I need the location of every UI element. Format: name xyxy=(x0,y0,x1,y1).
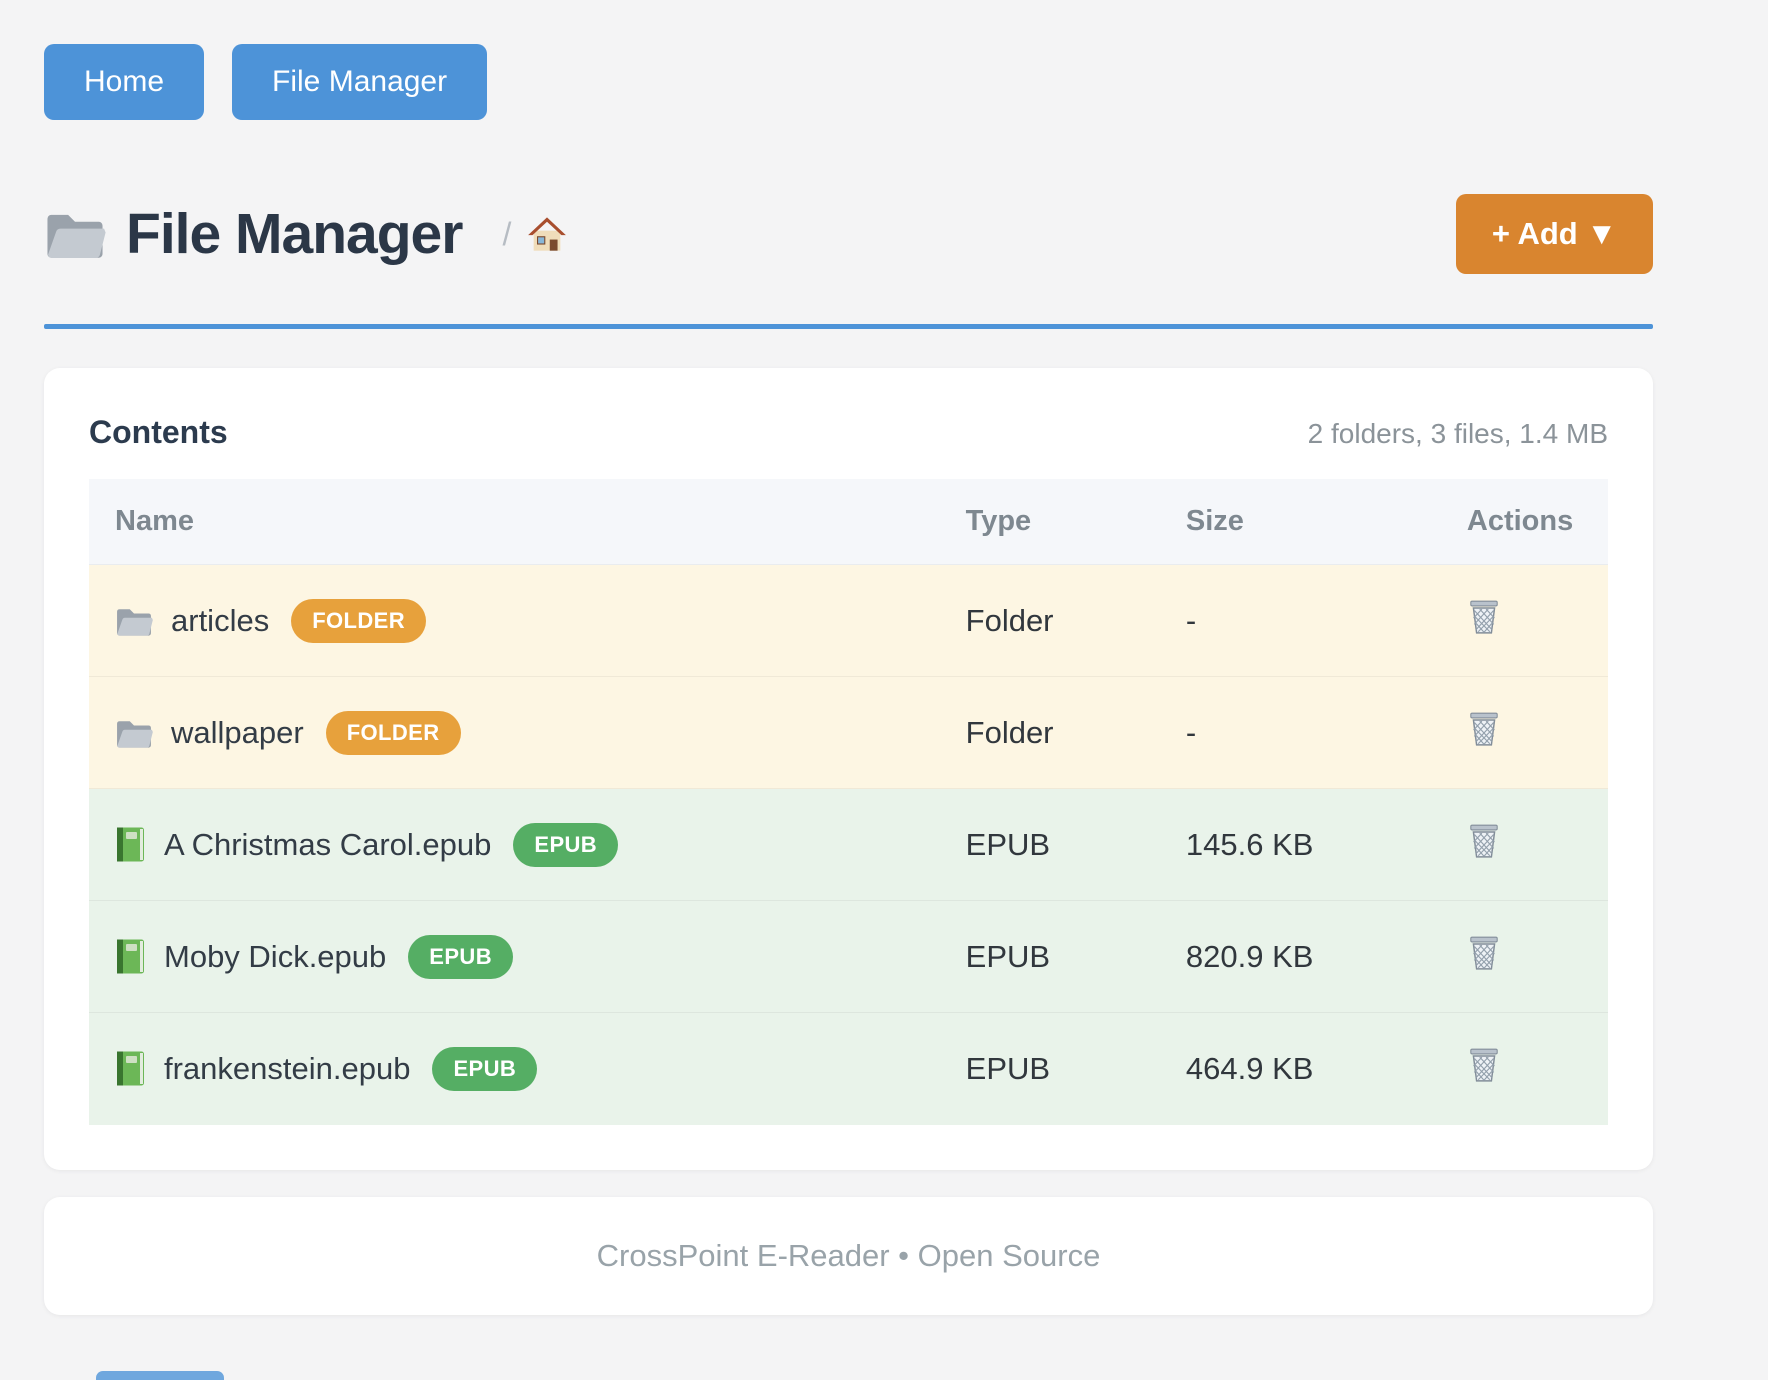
actions-cell xyxy=(1441,789,1608,901)
actions-cell xyxy=(1441,1013,1608,1125)
file-name[interactable]: articles xyxy=(171,603,269,639)
wastebasket-icon xyxy=(1467,822,1501,863)
type-badge: EPUB xyxy=(513,823,618,867)
breadcrumb-home-link[interactable] xyxy=(527,216,567,252)
table-row[interactable]: Moby Dick.epub EPUB EPUB 820.9 KB xyxy=(89,901,1608,1013)
size-cell: - xyxy=(1160,565,1441,677)
name-cell: articles FOLDER xyxy=(89,565,940,677)
type-cell: EPUB xyxy=(940,789,1160,901)
size-cell: 464.9 KB xyxy=(1160,1013,1441,1125)
actions-cell xyxy=(1441,901,1608,1013)
type-badge: EPUB xyxy=(432,1047,537,1091)
house-icon xyxy=(527,216,567,252)
size-cell: 145.6 KB xyxy=(1160,789,1441,901)
delete-button[interactable] xyxy=(1467,598,1501,639)
file-table-header: Name Type Size Actions xyxy=(89,479,1608,565)
name-cell: Moby Dick.epub EPUB xyxy=(89,901,940,1013)
wastebasket-icon xyxy=(1467,710,1501,751)
table-row[interactable]: wallpaper FOLDER Folder - xyxy=(89,677,1608,789)
column-header-size: Size xyxy=(1160,479,1441,565)
delete-button[interactable] xyxy=(1467,1046,1501,1087)
header-divider xyxy=(44,324,1653,329)
table-row[interactable]: frankenstein.epub EPUB EPUB 464.9 KB xyxy=(89,1013,1608,1125)
file-name[interactable]: wallpaper xyxy=(171,715,304,751)
folder-icon xyxy=(115,605,153,637)
column-header-name: Name xyxy=(89,479,940,565)
actions-cell xyxy=(1441,677,1608,789)
green-book-icon xyxy=(115,1050,146,1087)
type-badge: FOLDER xyxy=(326,711,461,755)
column-header-type: Type xyxy=(940,479,1160,565)
type-cell: EPUB xyxy=(940,1013,1160,1125)
type-cell: Folder xyxy=(940,677,1160,789)
green-book-icon xyxy=(115,826,146,863)
column-header-actions: Actions xyxy=(1441,479,1608,565)
actions-cell xyxy=(1441,565,1608,677)
type-cell: Folder xyxy=(940,565,1160,677)
file-name[interactable]: frankenstein.epub xyxy=(164,1051,410,1087)
type-cell: EPUB xyxy=(940,901,1160,1013)
file-table-body: articles FOLDER Folder - xyxy=(89,565,1608,1125)
table-row[interactable]: A Christmas Carol.epub EPUB EPUB 145.6 K… xyxy=(89,789,1608,901)
nav-home-button[interactable]: Home xyxy=(44,44,204,120)
table-row[interactable]: articles FOLDER Folder - xyxy=(89,565,1608,677)
file-name[interactable]: A Christmas Carol.epub xyxy=(164,827,491,863)
top-navigation: Home File Manager xyxy=(44,0,1653,120)
wastebasket-icon xyxy=(1467,934,1501,975)
contents-card: Contents 2 folders, 3 files, 1.4 MB Name… xyxy=(44,368,1653,1170)
delete-button[interactable] xyxy=(1467,822,1501,863)
contents-card-header: Contents 2 folders, 3 files, 1.4 MB xyxy=(89,414,1608,451)
size-cell: 820.9 KB xyxy=(1160,901,1441,1013)
footer-card: CrossPoint E-Reader • Open Source xyxy=(44,1197,1653,1315)
name-cell: A Christmas Carol.epub EPUB xyxy=(89,789,940,901)
folder-icon xyxy=(44,208,106,260)
name-cell: wallpaper FOLDER xyxy=(89,677,940,789)
wastebasket-icon xyxy=(1467,598,1501,639)
page-header: File Manager / + Add ▼ xyxy=(44,194,1653,274)
file-manager-page: Home File Manager File Manager / + Add ▼ xyxy=(44,0,1653,1315)
delete-button[interactable] xyxy=(1467,934,1501,975)
file-table: Name Type Size Actions xyxy=(89,479,1608,1125)
contents-title: Contents xyxy=(89,414,228,451)
folder-icon xyxy=(115,717,153,749)
contents-summary: 2 folders, 3 files, 1.4 MB xyxy=(1308,418,1608,450)
file-name[interactable]: Moby Dick.epub xyxy=(164,939,386,975)
page-title: File Manager xyxy=(126,201,462,267)
nav-file-manager-button[interactable]: File Manager xyxy=(232,44,487,120)
type-badge: EPUB xyxy=(408,935,513,979)
name-cell: frankenstein.epub EPUB xyxy=(89,1013,940,1125)
type-badge: FOLDER xyxy=(291,599,426,643)
wastebasket-icon xyxy=(1467,1046,1501,1087)
add-button[interactable]: + Add ▼ xyxy=(1456,194,1653,274)
delete-button[interactable] xyxy=(1467,710,1501,751)
breadcrumb-separator: / xyxy=(502,216,511,253)
cutoff-blue-element xyxy=(96,1371,224,1380)
footer-text: CrossPoint E-Reader • Open Source xyxy=(597,1238,1101,1274)
size-cell: - xyxy=(1160,677,1441,789)
green-book-icon xyxy=(115,938,146,975)
